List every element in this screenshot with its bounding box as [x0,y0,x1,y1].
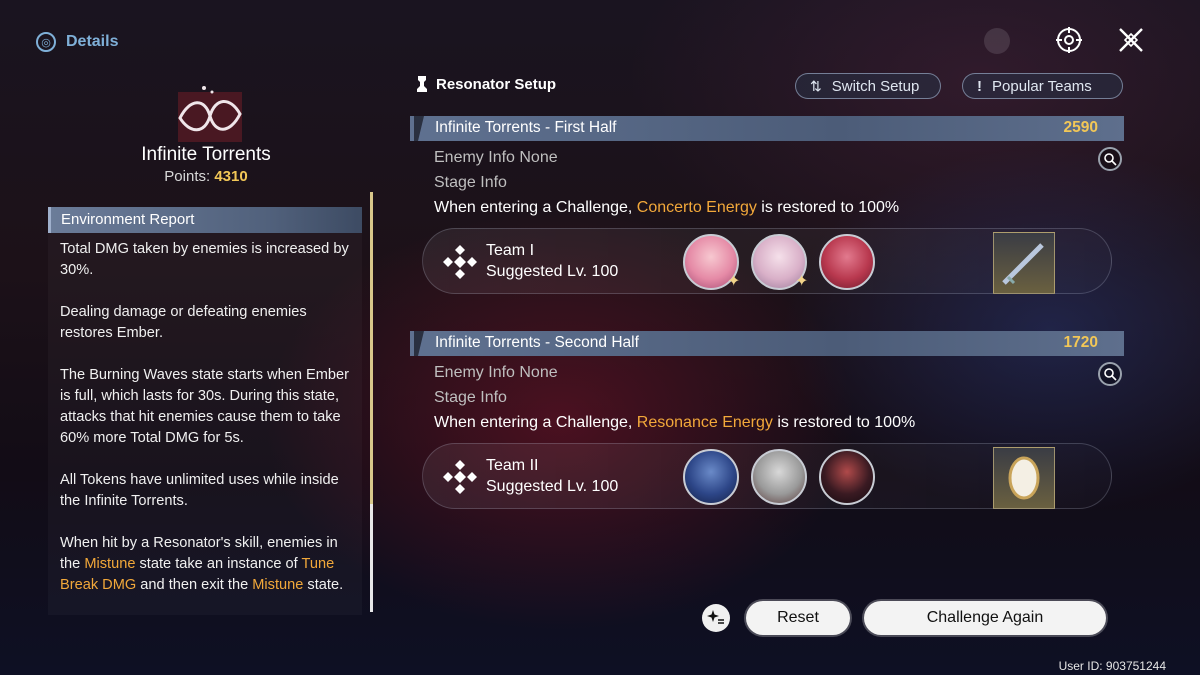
team-level: Suggested Lv. 100 [486,478,619,495]
sparkle-icon: ✦ [795,273,809,290]
enemy-info: Enemy Info None [434,149,558,166]
resonator-setup-title: Resonator Setup [414,74,556,94]
stage-name: Infinite Torrents - Second Half [435,334,639,351]
resonator-icon [417,76,427,92]
resonator-avatar[interactable] [751,449,807,505]
env-paragraph: Total DMG taken by enemies is increased … [60,241,349,278]
keyword-concerto-energy: Concerto Energy [636,199,757,216]
points-value: 4310 [214,168,248,185]
team-level: Suggested Lv. 100 [486,263,619,280]
decor-circle [984,28,1010,54]
env-paragraph: All Tokens have unlimited uses while ins… [60,472,339,509]
exclamation-icon: ! [977,77,982,95]
keyword-resonance-energy: Resonance Energy [636,414,773,431]
close-icon[interactable] [1116,25,1146,55]
stage-header-second-half: Infinite Torrents - Second Half 1720 [410,331,1124,356]
team-name: Team I [486,242,535,259]
stage-description: When entering a Challenge, Concerto Ener… [434,199,900,216]
weapon-item[interactable] [993,447,1055,509]
reset-button[interactable]: Reset [746,601,850,635]
stage-score: 1720 [1063,334,1098,351]
search-icon[interactable] [1098,147,1122,171]
keyword-mistune: Mistune [252,577,304,593]
team-card-2[interactable]: Team II Suggested Lv. 100 [422,443,1112,509]
stage-score: 2590 [1063,119,1098,136]
sparkle-list-icon [707,610,724,624]
environment-report-title: Environment Report [61,211,195,228]
env-paragraph: Dealing damage or defeating enemies rest… [60,304,307,341]
team-name: Team II [486,457,539,474]
search-icon[interactable] [1098,362,1122,386]
environment-report-body[interactable]: Total DMG taken by enemies is increased … [48,233,362,615]
stage-description: When entering a Challenge, Resonance Ene… [434,414,916,431]
details-label: Details [66,33,119,50]
scrollbar-thumb[interactable] [370,192,373,504]
environment-panel: Infinite Torrents Points: 4310 Environme… [48,70,374,615]
compass-icon: ◎ [36,32,56,52]
env-paragraph: When hit by a Resonator's skill, enemies… [60,535,344,593]
resonator-avatar[interactable] [683,449,739,505]
user-id: User ID: 903751244 [1058,659,1166,673]
popular-teams-button[interactable]: ! Popular Teams [962,73,1123,99]
switch-setup-button[interactable]: ⇅ Switch Setup [795,73,941,99]
weapon-icon [1002,243,1044,285]
environment-report-header: Environment Report [48,207,362,233]
resonator-avatar[interactable] [819,449,875,505]
points: Points: 4310 [48,168,364,185]
team-emblem-icon [443,245,477,279]
infinite-torrents-logo-icon [178,86,242,142]
target-icon[interactable] [1054,25,1084,55]
mirror-icon [1008,456,1040,500]
points-label: Points: [164,168,211,185]
team-emblem-icon [443,460,477,494]
switch-arrows-icon: ⇅ [810,77,822,94]
settings-sparkle-button[interactable] [702,604,730,632]
env-paragraph: The Burning Waves state starts when Embe… [60,367,350,446]
stage-info: Stage Info [434,389,507,406]
challenge-again-button[interactable]: Challenge Again [864,601,1106,635]
stage-info: Stage Info [434,174,507,191]
sparkle-icon: ✦ [727,273,741,290]
details-back-button[interactable]: ◎ Details [36,32,118,52]
boss-title: Infinite Torrents [141,144,271,165]
stage-header-first-half: Infinite Torrents - First Half 2590 [410,116,1124,141]
weapon-item[interactable] [993,232,1055,294]
enemy-info: Enemy Info None [434,364,558,381]
team-card-1[interactable]: Team I Suggested Lv. 100 ✦ ✦ [422,228,1112,294]
keyword-mistune: Mistune [84,556,136,572]
resonator-avatar[interactable] [819,234,875,290]
stage-name: Infinite Torrents - First Half [435,119,617,136]
